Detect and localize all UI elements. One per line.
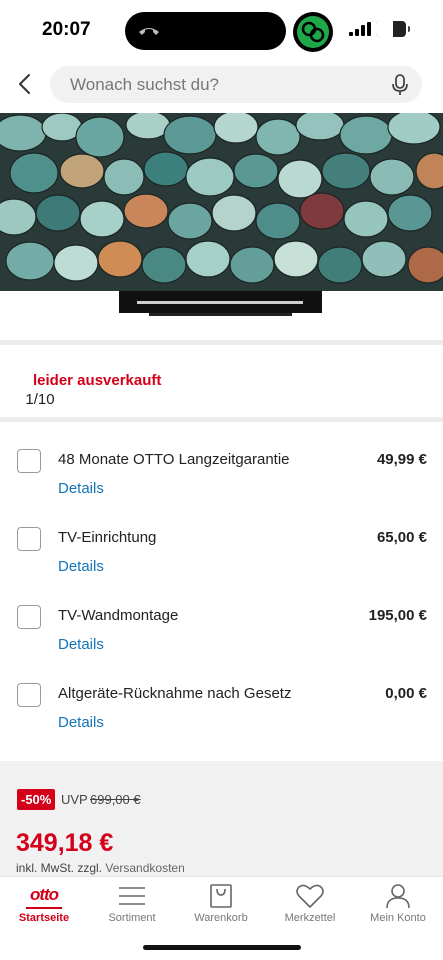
price-section: -50% UVP 699,00 € 349,18 € inkl. MwSt. z…: [0, 761, 443, 876]
tv-stand: [119, 291, 322, 316]
menu-icon: [119, 887, 145, 905]
divider: [0, 417, 443, 422]
nav-startseite[interactable]: otto Startseite: [0, 877, 88, 933]
setup-checkbox[interactable]: [17, 527, 41, 551]
option-price: 49,99 €: [376, 451, 427, 468]
product-price: 349,18 €: [16, 829, 114, 857]
dynamic-island: [125, 12, 286, 50]
microphone-icon[interactable]: [390, 74, 410, 96]
shipping-costs-link[interactable]: Versandkosten: [105, 861, 184, 875]
option-row-warranty: 48 Monate OTTO Langzeitgarantie 49,99 € …: [0, 449, 443, 527]
nav-label: Mein Konto: [370, 912, 426, 924]
option-label: 48 Monate OTTO Langzeitgarantie: [58, 451, 290, 468]
option-price: 195,00 €: [368, 607, 427, 624]
option-row-disposal: Altgeräte-Rücknahme nach Gesetz 0,00 € D…: [0, 683, 443, 761]
nav-mein-konto[interactable]: Mein Konto: [354, 877, 442, 933]
tax-note: inkl. MwSt. zzgl. Versandkosten: [16, 861, 185, 875]
user-icon: [386, 884, 410, 909]
product-image-gallery[interactable]: 1/10: [0, 113, 443, 413]
back-arrow-icon[interactable]: [14, 72, 38, 96]
link-icon: [297, 16, 329, 48]
option-price: 0,00 €: [385, 685, 427, 702]
option-row-setup: TV-Einrichtung 65,00 € Details: [0, 527, 443, 605]
nav-label: Sortiment: [108, 912, 156, 924]
image-counter: 1/10: [17, 387, 63, 413]
nav-label: Warenkorb: [194, 912, 248, 924]
otto-logo-icon: otto: [29, 885, 59, 904]
active-app-icon[interactable]: [293, 12, 333, 52]
status-bar: 20:07 54: [0, 0, 443, 58]
option-price: 65,00 €: [376, 529, 427, 546]
disposal-checkbox[interactable]: [17, 683, 41, 707]
uvp-value: 699,00 €: [90, 792, 141, 807]
battery-icon: 54: [376, 21, 406, 37]
availability-status: leider ausverkauft: [33, 372, 162, 389]
details-link[interactable]: Details: [58, 636, 104, 653]
nav-label: Startseite: [18, 912, 70, 924]
status-time: 20:07: [42, 19, 91, 40]
bag-icon: [210, 884, 232, 908]
uvp-label: UVP: [61, 792, 88, 807]
battery-cap: [408, 26, 410, 32]
nav-warenkorb[interactable]: Warenkorb: [177, 877, 265, 933]
nav-merkzettel[interactable]: Merkzettel: [266, 877, 354, 933]
details-link[interactable]: Details: [58, 714, 104, 731]
nav-label: Merkzettel: [284, 912, 336, 924]
option-row-wall-mount: TV-Wandmontage 195,00 € Details: [0, 605, 443, 683]
wall-mount-checkbox[interactable]: [17, 605, 41, 629]
nav-sortiment[interactable]: Sortiment: [88, 877, 176, 933]
details-link[interactable]: Details: [58, 558, 104, 575]
active-indicator: [26, 907, 62, 909]
warranty-checkbox[interactable]: [17, 449, 41, 473]
battery-level: 54: [384, 22, 398, 36]
heart-icon: [296, 884, 324, 908]
cellular-signal-icon: [349, 22, 371, 36]
discount-badge: -50%: [17, 789, 56, 810]
phone-call-icon: [139, 28, 159, 35]
tax-note-text: inkl. MwSt. zzgl.: [16, 861, 103, 875]
divider: [0, 340, 443, 345]
option-label: TV-Wandmontage: [58, 607, 179, 624]
home-indicator[interactable]: [143, 945, 301, 950]
product-image: [0, 113, 443, 291]
option-label: TV-Einrichtung: [58, 529, 157, 546]
option-label: Altgeräte-Rücknahme nach Gesetz: [58, 685, 292, 702]
details-link[interactable]: Details: [58, 480, 104, 497]
search-input[interactable]: [70, 66, 370, 103]
search-bar[interactable]: [50, 66, 422, 103]
